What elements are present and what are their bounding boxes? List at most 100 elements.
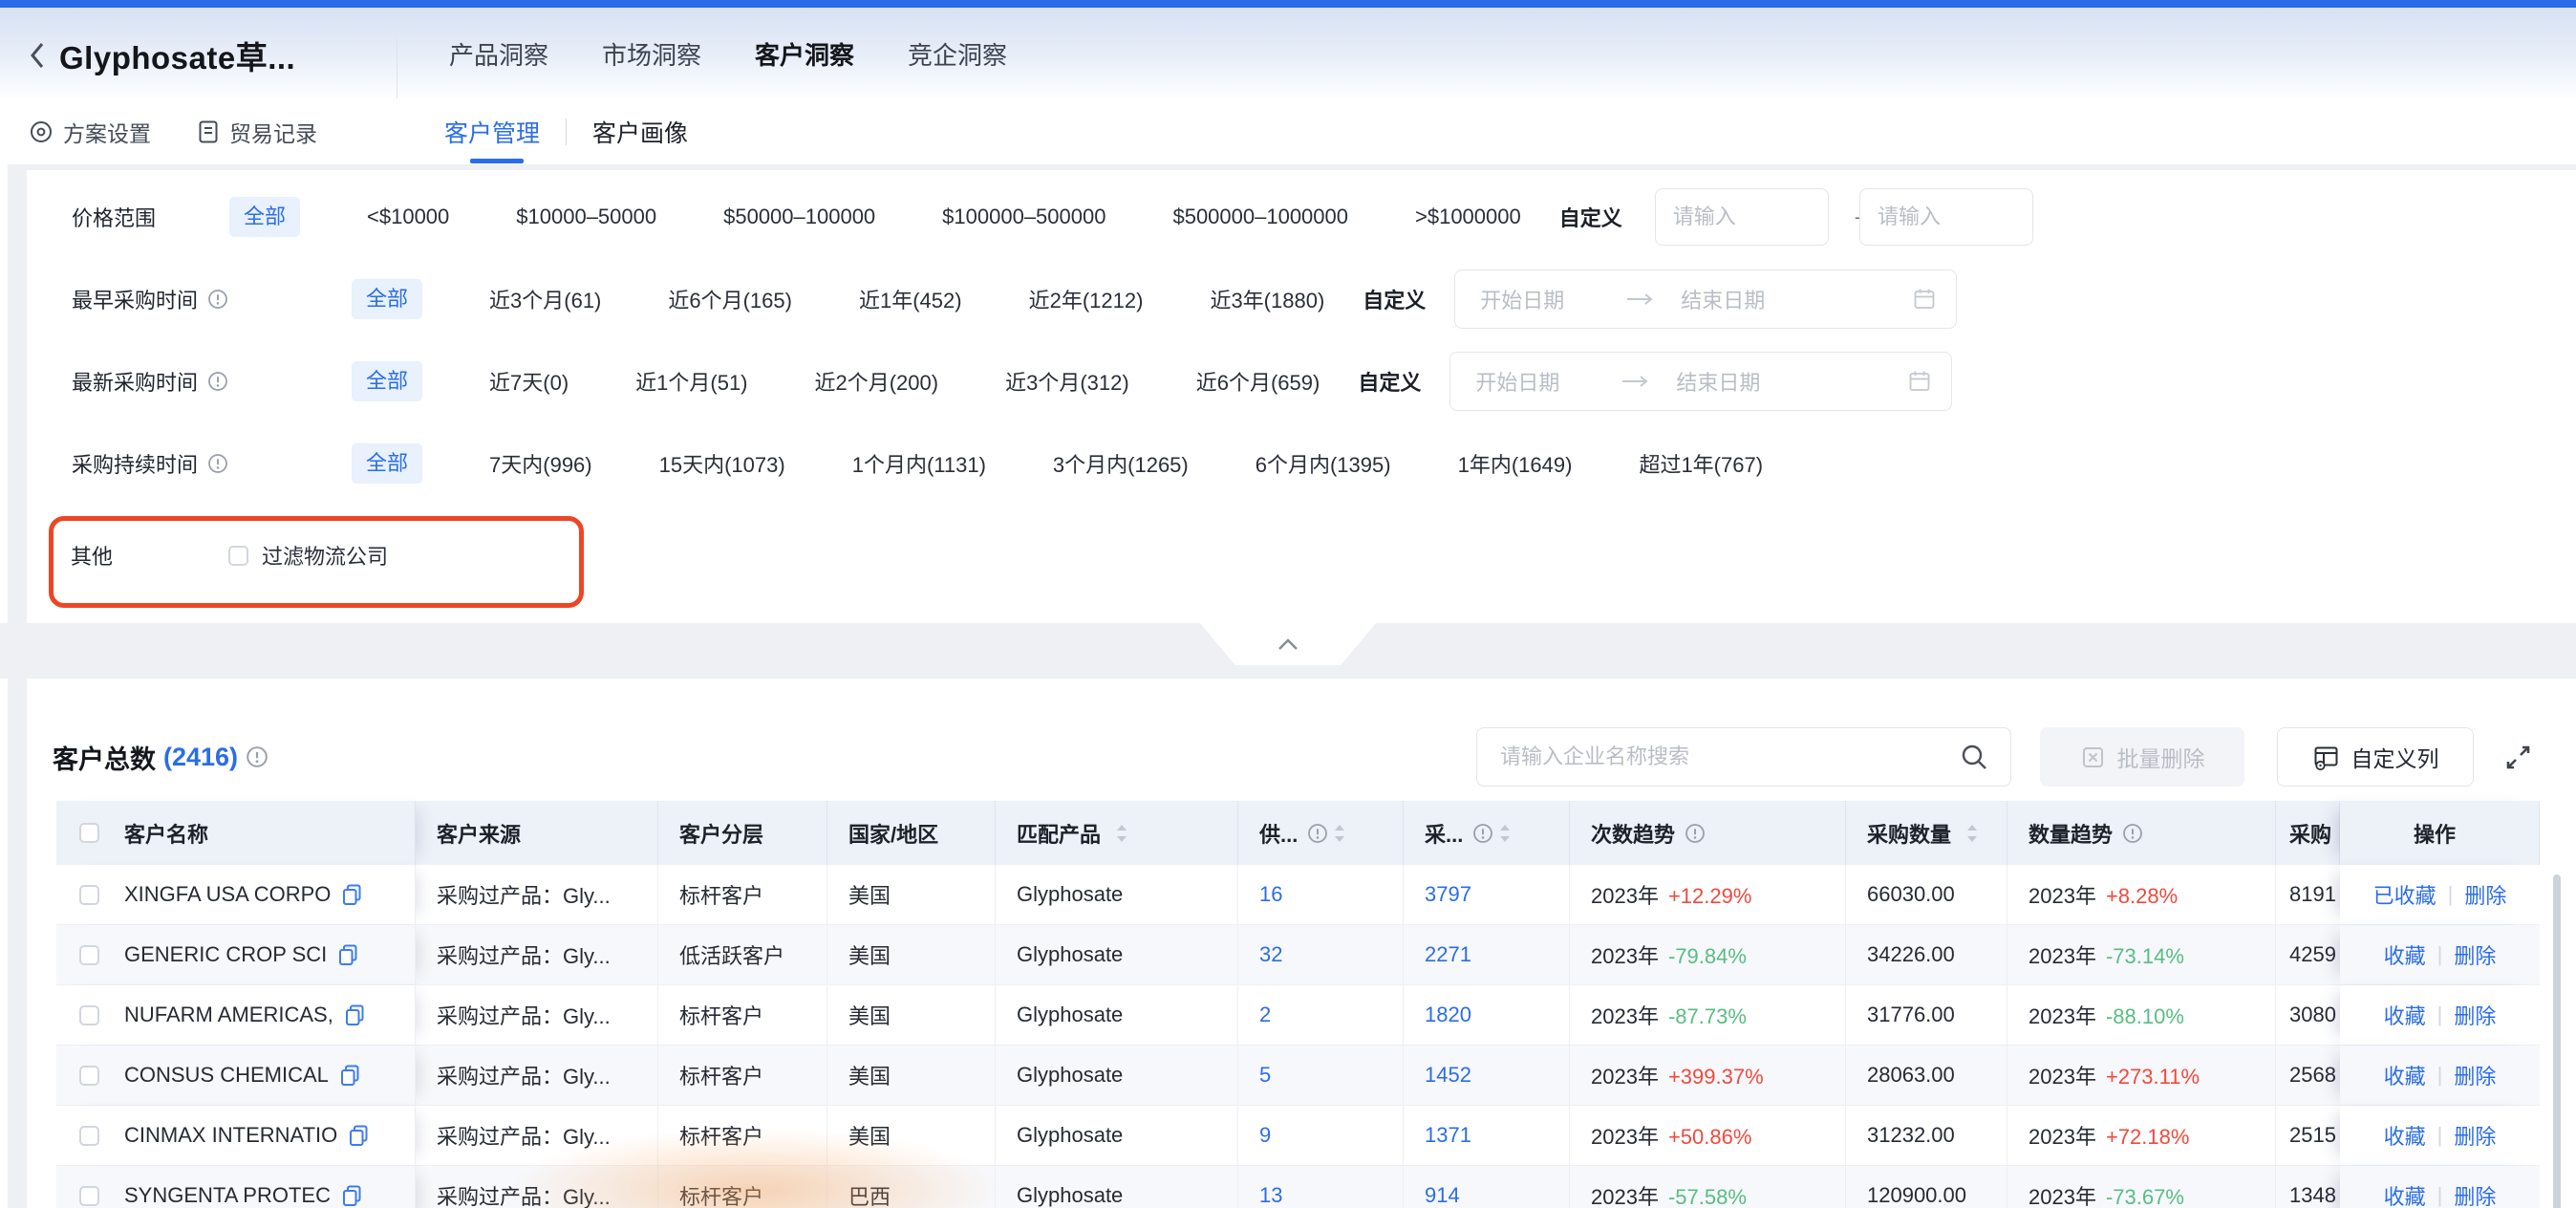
favorite-link[interactable]: 收藏 bbox=[2384, 1000, 2426, 1030]
filter-option[interactable]: 近6个月(659) bbox=[1196, 366, 1320, 397]
row-checkbox[interactable] bbox=[79, 1005, 99, 1025]
fullscreen-icon[interactable] bbox=[2502, 742, 2534, 773]
filter-option[interactable]: 1个月内(1131) bbox=[852, 448, 986, 479]
min-value-input[interactable] bbox=[1655, 188, 1829, 246]
filter-option[interactable]: 近3个月(61) bbox=[489, 284, 601, 314]
custom-columns-button[interactable]: 自定义列 bbox=[2277, 727, 2474, 787]
favorite-link[interactable]: 收藏 bbox=[2384, 1120, 2426, 1151]
custom-option[interactable]: 自定义 bbox=[1559, 202, 1622, 232]
date-range-picker[interactable]: 开始日期结束日期 bbox=[1454, 270, 1957, 329]
filter-option[interactable]: 1年内(1649) bbox=[1458, 448, 1573, 479]
select-all-checkbox[interactable] bbox=[79, 823, 99, 843]
filter-option[interactable]: <$10000 bbox=[367, 205, 449, 229]
filter-option[interactable]: 超过1年(767) bbox=[1639, 448, 1763, 479]
purchase-count-link[interactable]: 1452 bbox=[1425, 1063, 1471, 1088]
filter-option[interactable]: $10000–50000 bbox=[516, 205, 656, 229]
filter-option[interactable]: 近2年(1212) bbox=[1029, 284, 1144, 314]
max-value-input[interactable] bbox=[1859, 188, 2033, 246]
favorite-link[interactable]: 收藏 bbox=[2384, 1180, 2426, 1208]
filter-option[interactable]: 近3个月(312) bbox=[1005, 366, 1129, 397]
supplier-count-link[interactable]: 2 bbox=[1259, 1003, 1271, 1027]
copy-icon[interactable] bbox=[338, 1063, 362, 1088]
filter-option[interactable]: 全部 bbox=[229, 197, 300, 237]
table-scrollbar[interactable] bbox=[2553, 874, 2561, 1208]
supplier-count-link[interactable]: 9 bbox=[1259, 1123, 1271, 1148]
company-name: CINMAX INTERNATIO bbox=[124, 1123, 337, 1148]
tab-3[interactable]: 客户洞察 bbox=[755, 36, 854, 72]
purchase-count-link[interactable]: 914 bbox=[1425, 1183, 1460, 1208]
tab-1[interactable]: 产品洞察 bbox=[449, 36, 548, 72]
trade-records-button[interactable]: 贸易记录 bbox=[197, 116, 317, 148]
column-header-7[interactable]: 采... bbox=[1404, 801, 1570, 865]
column-header-5[interactable]: 匹配产品 bbox=[996, 801, 1238, 865]
delete-link[interactable]: 删除 bbox=[2454, 1000, 2496, 1030]
row-checkbox[interactable] bbox=[79, 1126, 99, 1146]
filter-option[interactable]: 6个月内(1395) bbox=[1256, 448, 1391, 479]
row-checkbox[interactable] bbox=[79, 945, 99, 965]
subtab-2[interactable]: 客户画像 bbox=[592, 115, 688, 149]
copy-icon[interactable] bbox=[347, 1123, 371, 1148]
delete-link[interactable]: 删除 bbox=[2454, 1120, 2496, 1151]
copy-icon[interactable] bbox=[336, 942, 360, 967]
column-header-9[interactable]: 采购数量 bbox=[1846, 801, 2007, 865]
delete-link[interactable]: 删除 bbox=[2454, 1060, 2496, 1090]
filter-option[interactable]: 7天内(996) bbox=[489, 448, 592, 479]
filter-option[interactable]: 3个月内(1265) bbox=[1053, 448, 1189, 479]
filter-option[interactable]: $100000–500000 bbox=[942, 205, 1106, 229]
supplier-count-link[interactable]: 5 bbox=[1259, 1063, 1271, 1088]
column-label: 次数趋势 bbox=[1591, 818, 1675, 849]
filter-option[interactable]: 15天内(1073) bbox=[659, 448, 785, 479]
copy-icon[interactable] bbox=[340, 882, 364, 907]
delete-link[interactable]: 删除 bbox=[2454, 1180, 2496, 1208]
filter-option[interactable]: 近3年(1880) bbox=[1210, 284, 1324, 314]
company-search-input[interactable] bbox=[1477, 744, 1959, 769]
scheme-settings-button[interactable]: 方案设置 bbox=[29, 116, 151, 148]
filter-option[interactable]: $50000–100000 bbox=[723, 205, 875, 229]
row-checkbox[interactable] bbox=[79, 1066, 99, 1086]
row-checkbox[interactable] bbox=[79, 885, 99, 905]
delete-link[interactable]: 删除 bbox=[2454, 939, 2496, 970]
custom-option[interactable]: 自定义 bbox=[1358, 366, 1421, 397]
row-checkbox[interactable] bbox=[79, 1186, 99, 1206]
filter-option[interactable]: 全部 bbox=[352, 279, 422, 319]
filter-option[interactable]: 近1年(452) bbox=[859, 284, 962, 314]
supplier-count-link[interactable]: 13 bbox=[1259, 1183, 1282, 1208]
filter-option[interactable]: 近1个月(51) bbox=[635, 366, 747, 397]
table-header-row: 客户名称客户来源客户分层国家/地区匹配产品供...采...次数趋势采购数量数量趋… bbox=[56, 801, 2540, 865]
filter-option[interactable]: 近2个月(200) bbox=[815, 366, 939, 397]
customer-name-cell: XINGFA USA CORPO bbox=[56, 865, 416, 924]
filter-option[interactable]: 全部 bbox=[352, 361, 422, 401]
batch-delete-button[interactable]: 批量删除 bbox=[2040, 727, 2244, 787]
tab-2[interactable]: 市场洞察 bbox=[602, 36, 701, 72]
filter-option[interactable]: $500000–1000000 bbox=[1172, 205, 1348, 229]
collapse-filters-button[interactable] bbox=[1200, 623, 1376, 665]
favorite-link[interactable]: 已收藏 bbox=[2373, 879, 2436, 910]
purchase-count-link[interactable]: 3797 bbox=[1425, 882, 1471, 907]
date-range-picker[interactable]: 开始日期结束日期 bbox=[1449, 352, 1952, 411]
tab-4[interactable]: 竞企洞察 bbox=[908, 36, 1007, 72]
column-header-6[interactable]: 供... bbox=[1238, 801, 1404, 865]
favorite-link[interactable]: 收藏 bbox=[2384, 1060, 2426, 1090]
copy-icon[interactable] bbox=[340, 1183, 364, 1208]
filter-option[interactable]: >$1000000 bbox=[1415, 205, 1521, 229]
purchase-count-link[interactable]: 2271 bbox=[1425, 942, 1471, 967]
checkbox[interactable] bbox=[228, 546, 248, 566]
filter-option[interactable]: 近6个月(165) bbox=[668, 284, 792, 314]
purchase-count-link[interactable]: 1820 bbox=[1425, 1003, 1471, 1027]
delete-link[interactable]: 删除 bbox=[2464, 879, 2506, 910]
search-icon[interactable] bbox=[1959, 742, 1989, 772]
supplier-count-link[interactable]: 32 bbox=[1259, 942, 1282, 967]
back-button[interactable]: Glyphosate草... bbox=[27, 32, 295, 78]
column-header-12: 操作 bbox=[2340, 801, 2540, 865]
copy-icon[interactable] bbox=[343, 1003, 367, 1027]
company-name: NUFARM AMERICAS, bbox=[124, 1003, 333, 1027]
filter-option[interactable]: 近7天(0) bbox=[489, 366, 569, 397]
filter-option[interactable]: 全部 bbox=[352, 443, 422, 484]
filter-logistics-checkbox[interactable]: 过滤物流公司 bbox=[228, 540, 388, 571]
purchase-count-link[interactable]: 1371 bbox=[1425, 1123, 1471, 1148]
supplier-count-link[interactable]: 16 bbox=[1259, 882, 1282, 907]
custom-option[interactable]: 自定义 bbox=[1363, 284, 1426, 314]
product-cell: Glyphosate bbox=[996, 865, 1238, 924]
favorite-link[interactable]: 收藏 bbox=[2384, 939, 2426, 970]
subtab-1[interactable]: 客户管理 bbox=[444, 115, 540, 149]
